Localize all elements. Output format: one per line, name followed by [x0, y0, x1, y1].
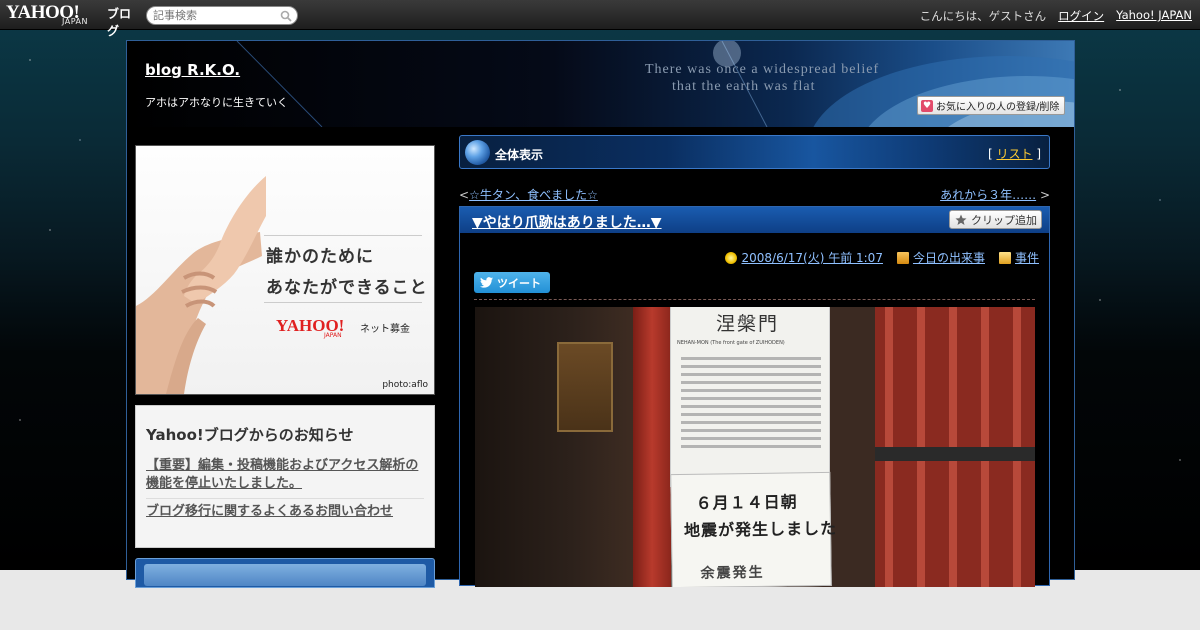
- handshake-image: [136, 176, 266, 394]
- heart-icon: ♥: [921, 99, 933, 112]
- photo-crossbar: [875, 447, 1035, 461]
- photo-gate-sign: 涅槃門 NEHAN-MON (The front gate of ZUIHODE…: [670, 307, 830, 487]
- clip-add-button[interactable]: クリップ追加: [949, 210, 1042, 229]
- folder-icon: [998, 252, 1011, 264]
- next-post-link[interactable]: あれから３年……: [940, 188, 1036, 202]
- notice-title: Yahoo!ブログからのお知らせ: [146, 426, 354, 444]
- sign-body-text: [681, 357, 821, 453]
- yahoo-japan-link[interactable]: Yahoo! JAPAN: [1116, 8, 1192, 24]
- post-divider: [474, 299, 1035, 300]
- notice-link-service-stop[interactable]: 【重要】編集・投稿機能およびアクセス解析の機能を停止いたしました。: [146, 453, 424, 498]
- charity-ad-banner[interactable]: 誰かのために あなたができること YAHOO! JAPAN ネット募金 phot…: [135, 145, 435, 395]
- banner-quote: There was once a widespread belief that …: [645, 62, 880, 94]
- blog-title-link[interactable]: blog R.K.O.: [145, 61, 240, 79]
- category-link[interactable]: 事件: [1015, 251, 1039, 265]
- post-datetime-group: 2008/6/17(火) 午前 1:07: [725, 249, 883, 266]
- sidebar-widget-header: [135, 558, 435, 588]
- search-icon[interactable]: [280, 10, 292, 22]
- sign-subtitle: NEHAN-MON (The front gate of ZUIHODEN): [677, 340, 785, 346]
- next-post-nav: あれから３年…… >: [940, 186, 1050, 203]
- list-view-link[interactable]: リスト: [996, 147, 1032, 161]
- ad-headline-1: 誰かのために: [266, 247, 374, 267]
- sidebar-widget-bar: [144, 564, 426, 586]
- globe-icon: [465, 140, 490, 165]
- login-link[interactable]: ログイン: [1058, 8, 1104, 24]
- bracket-open: [: [987, 147, 993, 161]
- twitter-bird-icon: [480, 277, 493, 288]
- tweet-label: ツイート: [497, 276, 541, 290]
- post-title-link[interactable]: ▼やはり爪跡はありました…▼: [472, 212, 662, 232]
- star-icon: [955, 214, 967, 225]
- notice-link-migration-faq[interactable]: ブログ移行に関するよくあるお問い合わせ: [146, 499, 424, 526]
- greeting-text: こんにちは、ゲストさん: [919, 9, 1047, 23]
- photo-wooden-plaque: [557, 342, 613, 432]
- all-posts-title: 全体表示: [495, 148, 544, 162]
- clock-icon: [725, 252, 738, 264]
- yahoo-logo-blog: ブログ: [107, 7, 132, 38]
- ad-separator-top: [264, 235, 422, 236]
- blog-frame: blog R.K.O. アホはアホなりに生きていく There was once…: [126, 40, 1075, 588]
- yahoo-masthead: YAHOO! JAPAN ブログ こんにちは、ゲストさん ログイン Yahoo!…: [0, 0, 1200, 38]
- previous-post-nav: <☆牛タン、食べました☆: [459, 186, 598, 203]
- blog-banner: blog R.K.O. アホはアホなりに生きていく There was once…: [127, 41, 1074, 127]
- previous-post-link[interactable]: ☆牛タン、食べました☆: [469, 188, 598, 202]
- ad-yahoo-logo-japan: JAPAN: [324, 332, 342, 339]
- favorite-register-button[interactable]: ♥ お気に入りの人の登録/削除: [917, 96, 1065, 115]
- yahoo-logo-japan: JAPAN: [62, 17, 88, 26]
- ad-separator-bottom: [264, 302, 422, 303]
- ad-net-donation-label: ネット募金: [360, 324, 410, 335]
- today-events-group: 今日の出来事: [896, 249, 985, 266]
- list-link-group: [ リスト ]: [988, 145, 1041, 162]
- tweet-button[interactable]: ツイート: [474, 272, 550, 293]
- all-posts-header: 全体表示 [ リスト ]: [459, 135, 1050, 169]
- notice-line-earthquake: 地震が発生しました: [683, 518, 838, 540]
- calendar-icon: [896, 252, 909, 264]
- blog-description: アホはアホなりに生きていく: [145, 96, 288, 109]
- post-title-bar: ▼やはり爪跡はありました…▼ クリップ追加: [460, 207, 1049, 233]
- sign-title: 涅槃門: [716, 314, 780, 335]
- category-group: 事件: [998, 249, 1039, 266]
- bracket-close: ]: [1036, 147, 1041, 161]
- blog-post: ▼やはり爪跡はありました…▼ クリップ追加 2008/6/17(火) 午前 1:…: [459, 206, 1050, 587]
- photo-earthquake-notice: ６月１４日朝 地震が発生しました 余震発生: [670, 471, 837, 587]
- photo-red-pillar: [633, 307, 671, 587]
- yahoo-blog-notice-box: Yahoo!ブログからのお知らせ 【重要】編集・投稿機能およびアクセス解析の機能…: [135, 405, 435, 548]
- notice-line-aftershock: 余震発生: [700, 564, 765, 582]
- ad-photo-credit: photo:aflo: [382, 380, 428, 390]
- ad-headline-2: あなたができること: [266, 278, 428, 298]
- post-meta: 2008/6/17(火) 午前 1:07 今日の出来事 事件: [725, 249, 1039, 266]
- prev-arrow: <: [459, 188, 470, 202]
- search-input[interactable]: [153, 8, 279, 23]
- post-datetime-link[interactable]: 2008/6/17(火) 午前 1:07: [741, 251, 882, 265]
- masthead-user-links: こんにちは、ゲストさん ログイン Yahoo! JAPAN: [920, 8, 1192, 24]
- yahoo-blog-logo[interactable]: YAHOO! JAPAN ブログ: [6, 2, 142, 38]
- notice-line-date: ６月１４日朝: [695, 492, 798, 513]
- blog-search-box: [146, 6, 298, 25]
- next-arrow: >: [1039, 188, 1050, 202]
- favorite-button-label: お気に入りの人の登録/削除: [936, 102, 1060, 113]
- post-photo-zuihoden-gate[interactable]: 涅槃門 NEHAN-MON (The front gate of ZUIHODE…: [475, 307, 1035, 587]
- clip-add-label: クリップ追加: [971, 213, 1037, 227]
- today-events-link[interactable]: 今日の出来事: [913, 251, 985, 265]
